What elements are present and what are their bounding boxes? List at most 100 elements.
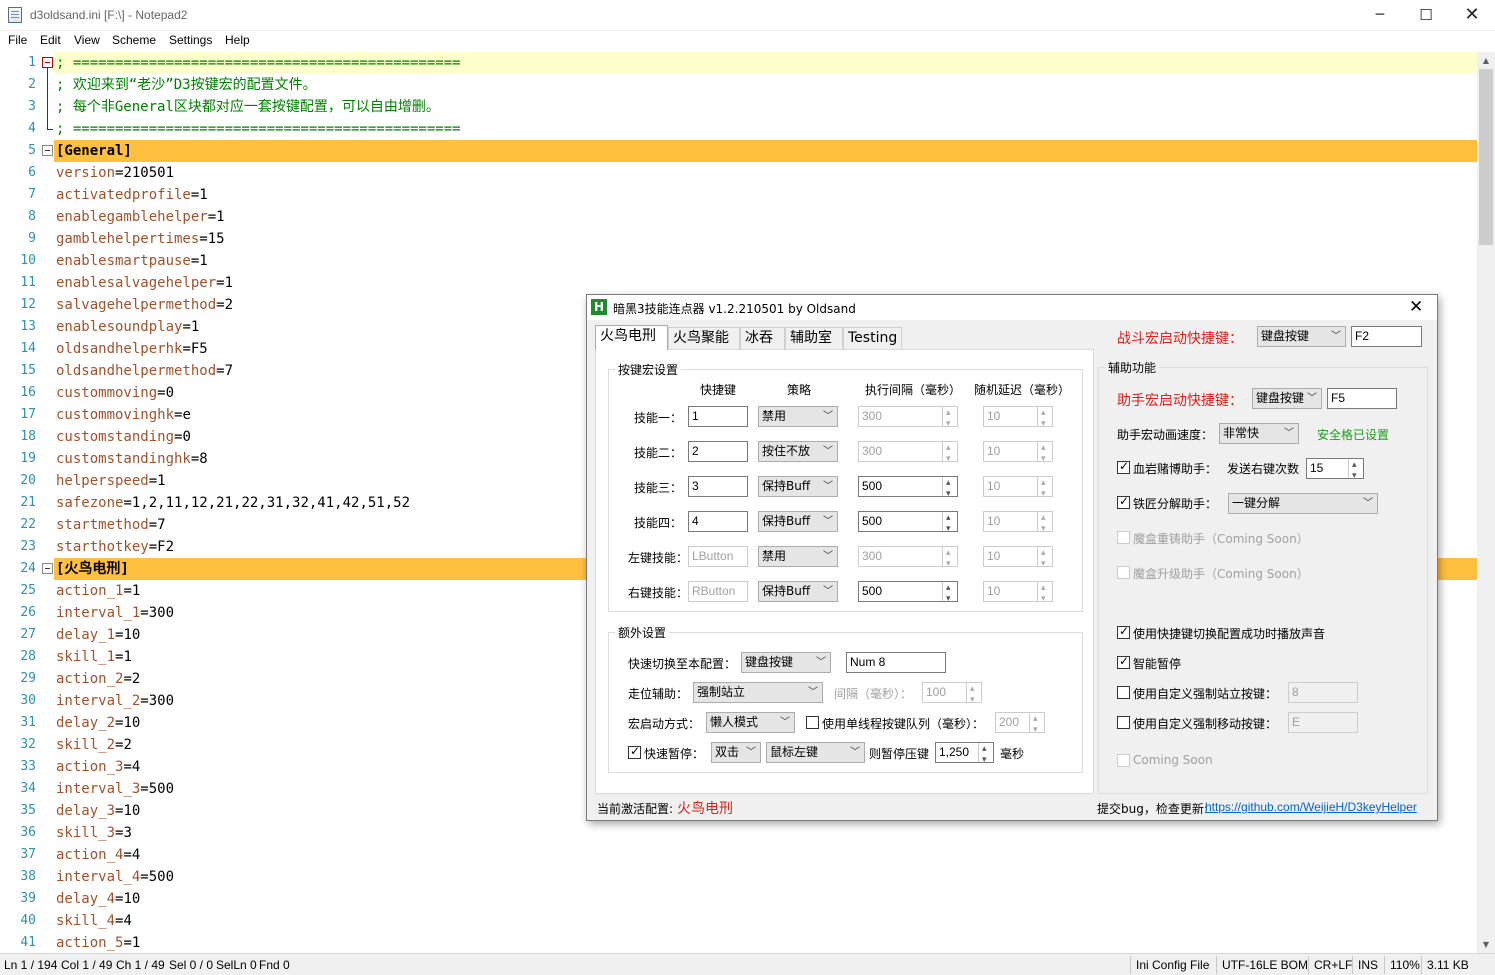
scroll-down-arrow-icon[interactable]: ▼ xyxy=(1477,936,1495,953)
sound-checkbox[interactable] xyxy=(1117,624,1130,639)
spinner-arrows-icon[interactable] xyxy=(1037,543,1052,573)
status-encoding[interactable]: UTF-16LE BOM xyxy=(1222,958,1308,972)
maximize-button[interactable]: ☐ xyxy=(1403,0,1449,31)
tab-testing[interactable]: Testing xyxy=(843,327,902,349)
menu-scheme[interactable]: Scheme xyxy=(112,33,156,47)
move-assist-select[interactable]: 强制站立 ﹀ xyxy=(693,682,823,703)
code-line: enablesmartpause=1 xyxy=(56,250,208,272)
smart-pause-checkbox[interactable] xyxy=(1117,654,1130,669)
spinner-arrows-icon[interactable] xyxy=(942,543,957,573)
ini-value: 210501 xyxy=(123,165,175,181)
single-thread-spinner[interactable]: 200 xyxy=(995,709,1045,739)
tab-bingtun[interactable]: 冰吞 xyxy=(740,327,785,349)
gamble-helper-checkbox[interactable] xyxy=(1117,459,1130,474)
skill-hotkey-input[interactable]: LButton xyxy=(688,546,748,567)
gamble-times-spinner[interactable]: 15 xyxy=(1306,455,1364,485)
skill-strategy-select[interactable]: 保持Buff ﹀ xyxy=(758,581,838,602)
skill-delay-spinner[interactable]: 10 xyxy=(983,473,1053,503)
skill-hotkey-input[interactable]: 1 xyxy=(688,406,748,427)
helper-hotkey-input[interactable]: F5 xyxy=(1327,388,1397,409)
custom-stand-checkbox[interactable] xyxy=(1117,686,1130,699)
spinner-arrows-icon[interactable] xyxy=(978,739,993,769)
spinner-arrows-icon[interactable] xyxy=(942,578,957,608)
custom-stand-input[interactable]: 8 xyxy=(1288,682,1358,703)
status-zoom[interactable]: 110% xyxy=(1390,958,1420,972)
spinner-arrows-icon[interactable] xyxy=(1037,578,1052,608)
skill-interval-spinner[interactable]: 300 xyxy=(858,543,958,573)
spinner-arrows-icon[interactable] xyxy=(1037,508,1052,538)
switch-key-input[interactable]: Num 8 xyxy=(846,652,946,673)
fold-toggle-icon[interactable] xyxy=(42,145,53,156)
menu-file[interactable]: File xyxy=(8,33,27,47)
skill-hotkey-input[interactable]: 2 xyxy=(688,441,748,462)
tab-huoniao-dianxing[interactable]: 火鸟电刑 xyxy=(595,325,668,350)
skill-strategy-select[interactable]: 禁用 ﹀ xyxy=(758,546,838,567)
dialog-close-button[interactable]: ✕ xyxy=(1409,297,1423,317)
spinner-arrows-icon[interactable] xyxy=(1348,455,1363,485)
menu-edit[interactable]: Edit xyxy=(40,33,61,47)
spinner-arrows-icon[interactable] xyxy=(942,403,957,433)
status-eol[interactable]: CR+LF xyxy=(1314,958,1352,972)
battle-hotkey-type-select[interactable]: 键盘按键 ﹀ xyxy=(1257,326,1346,347)
line-number: 29 xyxy=(20,671,36,686)
skill-interval-spinner[interactable]: 500 xyxy=(858,473,958,503)
spinner-arrows-icon[interactable] xyxy=(1037,473,1052,503)
skill-delay-spinner[interactable]: 10 xyxy=(983,403,1053,433)
quick-pause-button-select[interactable]: 鼠标左键 ﹀ xyxy=(766,742,865,763)
scroll-up-arrow-icon[interactable]: ▲ xyxy=(1477,52,1495,69)
status-scheme[interactable]: Ini Config File xyxy=(1136,958,1209,972)
skill-strategy-select[interactable]: 按住不放 ﹀ xyxy=(758,441,838,462)
pause-ms-spinner[interactable]: 1,250 xyxy=(935,739,994,769)
github-link[interactable]: https://github.com/WeijieH/D3keyHelper xyxy=(1205,800,1417,814)
single-thread-checkbox[interactable] xyxy=(806,716,819,729)
custom-move-checkbox[interactable] xyxy=(1117,716,1130,729)
move-interval-spinner[interactable]: 100 xyxy=(922,679,982,709)
minimize-button[interactable]: ─ xyxy=(1357,0,1403,31)
skill-delay-spinner[interactable]: 10 xyxy=(983,438,1053,468)
battle-hotkey-input[interactable]: F2 xyxy=(1351,326,1422,347)
fold-toggle-icon[interactable] xyxy=(42,57,53,68)
menu-settings[interactable]: Settings xyxy=(169,33,212,47)
skill-delay-spinner[interactable]: 10 xyxy=(983,578,1053,608)
spinner-arrows-icon[interactable] xyxy=(942,508,957,538)
start-method-select[interactable]: 懒人模式 ﹀ xyxy=(706,712,795,733)
spinner-arrows-icon[interactable] xyxy=(1037,438,1052,468)
vertical-scrollbar[interactable]: ▲ ▼ xyxy=(1477,52,1495,953)
fold-toggle-icon[interactable] xyxy=(42,563,53,574)
spinner-arrows-icon[interactable] xyxy=(942,438,957,468)
skill-interval-spinner[interactable]: 500 xyxy=(858,578,958,608)
skill-strategy-select[interactable]: 保持Buff ﹀ xyxy=(758,476,838,497)
custom-move-input[interactable]: E xyxy=(1288,712,1358,733)
spinner-arrows-icon[interactable] xyxy=(1037,403,1052,433)
tab-fuzhushi[interactable]: 辅助室 xyxy=(785,327,843,349)
salvage-helper-checkbox[interactable] xyxy=(1117,494,1130,509)
skill-interval-spinner[interactable]: 500 xyxy=(858,508,958,538)
helper-hotkey-type-select[interactable]: 键盘按键 ﹀ xyxy=(1252,388,1322,409)
skill-hotkey-input[interactable]: 4 xyxy=(688,511,748,532)
safe-zone-link[interactable]: 安全格已设置 xyxy=(1317,426,1389,443)
tab-huoniao-juneng[interactable]: 火鸟聚能 xyxy=(668,327,740,349)
skill-row-label: 技能二： xyxy=(634,446,683,460)
skill-delay-spinner[interactable]: 10 xyxy=(983,508,1053,538)
skill-interval-spinner[interactable]: 300 xyxy=(858,403,958,433)
switch-type-select[interactable]: 键盘按键 ﹀ xyxy=(741,652,831,673)
scroll-thumb[interactable] xyxy=(1479,69,1493,245)
skill-delay-spinner[interactable]: 10 xyxy=(983,543,1053,573)
spinner-arrows-icon[interactable] xyxy=(942,473,957,503)
close-button[interactable]: ✕ xyxy=(1449,0,1495,31)
skill-interval-spinner[interactable]: 300 xyxy=(858,438,958,468)
quick-pause-checkbox[interactable] xyxy=(628,744,641,759)
helper-speed-select[interactable]: 非常快 ﹀ xyxy=(1219,423,1299,444)
menu-view[interactable]: View xyxy=(74,33,100,47)
salvage-method-select[interactable]: 一键分解 ﹀ xyxy=(1228,493,1378,514)
ini-value: 15 xyxy=(207,231,225,247)
spinner-arrows-icon[interactable] xyxy=(1029,709,1044,739)
menu-help[interactable]: Help xyxy=(225,33,250,47)
skill-strategy-select[interactable]: 保持Buff ﹀ xyxy=(758,511,838,532)
status-ins[interactable]: INS xyxy=(1358,958,1378,972)
skill-hotkey-input[interactable]: 3 xyxy=(688,476,748,497)
quick-pause-mode-select[interactable]: 双击 ﹀ xyxy=(711,742,761,763)
spinner-arrows-icon[interactable] xyxy=(966,679,981,709)
skill-hotkey-input[interactable]: RButton xyxy=(688,581,748,602)
skill-strategy-select[interactable]: 禁用 ﹀ xyxy=(758,406,838,427)
